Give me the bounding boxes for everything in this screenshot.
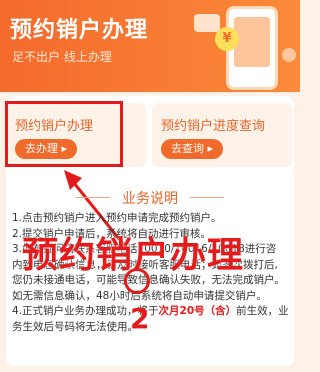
card-progress-query[interactable]: 预约销户进度查询 去查询 ▸ <box>152 103 292 167</box>
card-title: 预约销户进度查询 <box>161 119 266 134</box>
divider-right <box>190 197 224 198</box>
description-line: 如无需信息确认，48小时后系统将自动申请提交销户。 <box>12 289 267 302</box>
annotation-highlight-box <box>5 101 123 167</box>
go-query-button[interactable]: 去查询 ▸ <box>161 139 224 159</box>
description-line: 4.正式销户业务办理成功，将于次月20号（含）前生效，业 <box>12 304 288 320</box>
decorative-dot <box>282 48 296 62</box>
description-text: 前生效，业 <box>236 305 288 317</box>
header-banner: 预约销户办理 足不出户 线上办理 ¥ <box>0 0 300 92</box>
banner-title: 预约销户办理 <box>10 18 149 43</box>
phone-screen <box>234 17 270 67</box>
annotation-number: 2 <box>130 302 150 335</box>
coin-badge-icon: ¥ <box>215 27 239 51</box>
decorative-shape <box>194 14 220 32</box>
highlight-date: 次月20号（含） <box>158 305 237 317</box>
phone-illustration-icon: ¥ <box>215 6 278 90</box>
section-title: 业务说明 <box>122 191 178 207</box>
description-line: 务生效后号码将无法使用。 <box>12 320 138 333</box>
banner-subtitle: 足不出户 线上办理 <box>12 50 112 64</box>
annotation-circle <box>124 268 150 294</box>
description-line: 1.点击预约销户进入预约申请完成预约销户。 <box>12 212 222 224</box>
